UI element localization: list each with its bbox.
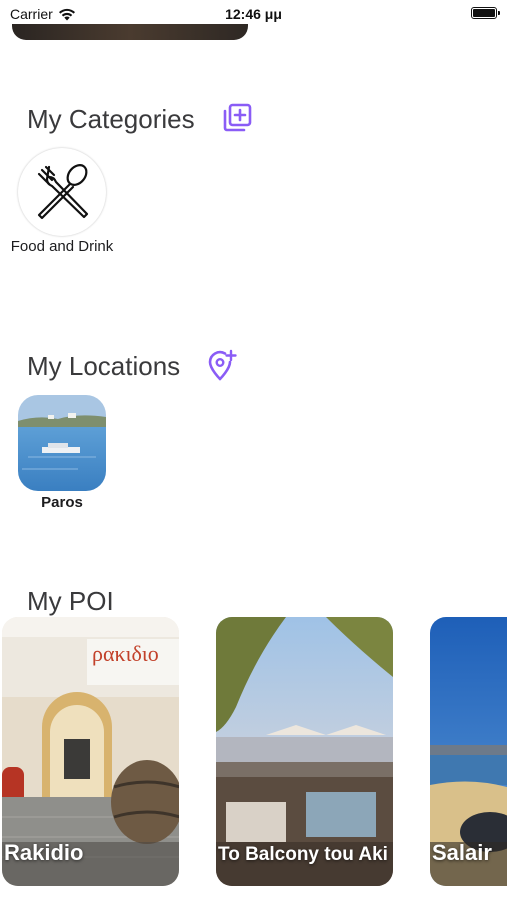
category-label: Food and Drink [10, 238, 114, 255]
poi-label: To Balcony tou Aki [218, 844, 388, 865]
add-location-pin-icon[interactable] [206, 349, 238, 381]
poi-card-rakidio[interactable]: ρακιδιο Rakidio [2, 617, 179, 886]
status-bar: Carrier 12:46 μμ [0, 0, 507, 26]
poi-card-balcony[interactable]: To Balcony tou Aki [216, 617, 393, 886]
category-item-food-and-drink[interactable]: Food and Drink [4, 148, 120, 255]
poi-label: Rakidio [4, 840, 84, 865]
fork-spoon-icon [37, 164, 89, 220]
categories-title: My Categories [27, 104, 195, 134]
poi-title: My POI [27, 586, 114, 616]
previous-card-peek [12, 24, 248, 40]
locations-title: My Locations [27, 351, 181, 381]
battery-icon [471, 7, 500, 19]
category-icon-circle [18, 148, 106, 236]
svg-text:ρακιδιο: ρακιδιο [92, 641, 159, 666]
location-label: Paros [41, 494, 83, 511]
add-square-icon[interactable] [221, 102, 253, 134]
clock: 12:46 μμ [225, 6, 282, 22]
location-photo [18, 395, 106, 491]
poi-card-salair[interactable]: Salair [430, 617, 507, 886]
poi-label: Salair [432, 840, 492, 865]
location-item-paros[interactable]: Paros [18, 395, 106, 511]
